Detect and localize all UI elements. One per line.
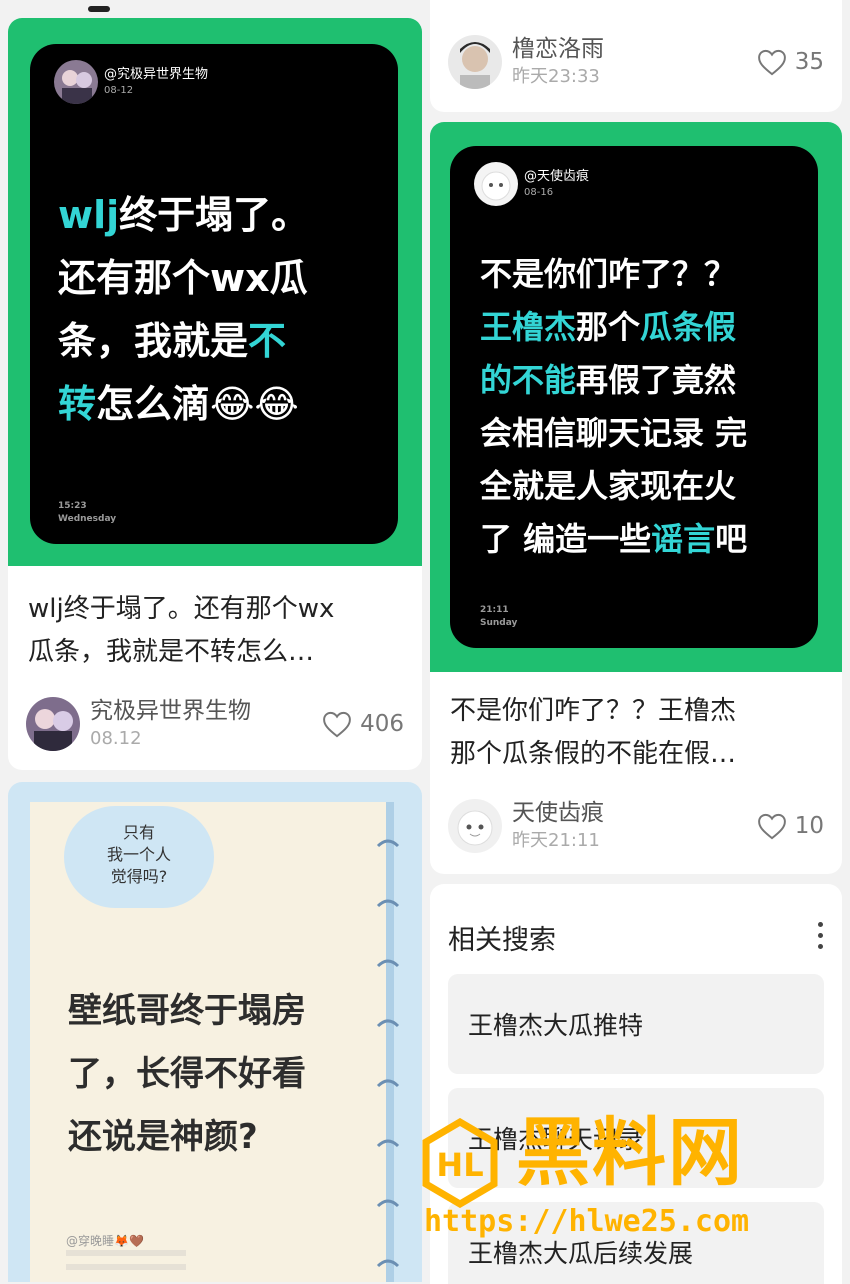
post-cover-image: @天使齿痕 08-16 不是你们咋了？？ 王橹杰那个瓜条假 的不能再假了竟然 会…: [430, 122, 842, 672]
status-bar-indicator: [88, 6, 110, 12]
author-name[interactable]: 橹恋洛雨: [512, 34, 604, 64]
speech-bubble: 只有 我一个人 觉得吗?: [64, 806, 214, 908]
watermark: HL 黑料网 https://hlwe25.com: [420, 1108, 840, 1268]
like-count: 10: [794, 813, 824, 839]
like-count: 35: [794, 49, 824, 75]
author-avatar[interactable]: [448, 35, 502, 89]
like-button[interactable]: 35: [757, 49, 824, 76]
image-text: 壁纸哥终于塌房 了，长得不好看 还说是神颜?: [68, 991, 306, 1157]
footer-line: [66, 1250, 186, 1256]
post-meta: 天使齿痕 昨天21:11 10: [448, 798, 824, 854]
like-button[interactable]: 406: [322, 711, 404, 738]
related-search-item[interactable]: 王橹杰大瓜推特: [448, 974, 824, 1074]
like-button[interactable]: 10: [757, 813, 824, 840]
post-date: 昨天21:11: [512, 830, 600, 851]
heart-icon: [757, 49, 786, 75]
post-cover-image: 只有 我一个人 觉得吗? 壁纸哥终于塌房 了，长得不好看 还说是神颜? @穿晚睡…: [30, 802, 392, 1282]
image-handle: @究极异世界生物: [104, 66, 209, 82]
heart-icon: [757, 813, 786, 839]
post-card-2[interactable]: 橹恋洛雨 昨天23:33 35: [430, 0, 842, 112]
like-count: 406: [360, 711, 404, 737]
watermark-brand: 黑料网: [516, 1110, 744, 1196]
post-date: 08.12: [90, 728, 142, 749]
image-footer-handle: @穿晚睡🦊🤎: [66, 1234, 144, 1248]
post-card-1[interactable]: @究极异世界生物 08-12 wlj终于塌了。 还有那个wx瓜 条，我就是不 转…: [8, 18, 422, 770]
post-meta: 究极异世界生物 08.12 406: [26, 696, 404, 752]
image-text: wlj终于塌了。 还有那个wx瓜 条，我就是不 转怎么滴😂😂: [58, 193, 310, 426]
footer-line: [66, 1264, 186, 1270]
post-title[interactable]: wlj终于塌了。还有那个wx 瓜条，我就是不转怎么…: [28, 588, 404, 674]
notebook-rings: [376, 839, 400, 1268]
svg-text:HL: HL: [436, 1146, 483, 1184]
post-meta: 橹恋洛雨 昨天23:33 35: [448, 34, 824, 90]
post-date: 昨天23:33: [512, 66, 600, 87]
author-name[interactable]: 究极异世界生物: [90, 696, 251, 726]
author-avatar[interactable]: [26, 697, 80, 751]
image-date: 08-12: [104, 84, 134, 96]
related-search-title: 相关搜索: [448, 925, 556, 956]
image-date: 08-16: [524, 186, 554, 198]
avatar: [474, 162, 518, 206]
image-timestamp: 21:11 Sunday: [480, 605, 518, 628]
image-handle: @天使齿痕: [524, 168, 590, 184]
post-cover-image: @究极异世界生物 08-12 wlj终于塌了。 还有那个wx瓜 条，我就是不 转…: [8, 18, 422, 566]
author-name[interactable]: 天使齿痕: [512, 798, 604, 828]
post-card-4[interactable]: @天使齿痕 08-16 不是你们咋了？？ 王橹杰那个瓜条假 的不能再假了竟然 会…: [430, 122, 842, 874]
image-timestamp: 15:23 Wednesday: [58, 501, 117, 524]
post-title[interactable]: 不是你们咋了？？王橹杰 那个瓜条假的不能在假…: [450, 690, 824, 776]
more-options-icon[interactable]: [818, 922, 824, 955]
heart-icon: [323, 711, 351, 737]
watermark-url: https://hlwe25.com: [424, 1204, 750, 1239]
avatar: [54, 60, 98, 104]
author-avatar[interactable]: [448, 799, 502, 853]
post-card-3[interactable]: 只有 我一个人 觉得吗? 壁纸哥终于塌房 了，长得不好看 还说是神颜? @穿晚睡…: [8, 782, 422, 1282]
watermark-logo-icon: HL: [422, 1118, 498, 1208]
image-text: 不是你们咋了？？ 王橹杰那个瓜条假 的不能再假了竟然 会相信聊天记录 完 全就是…: [480, 255, 748, 558]
